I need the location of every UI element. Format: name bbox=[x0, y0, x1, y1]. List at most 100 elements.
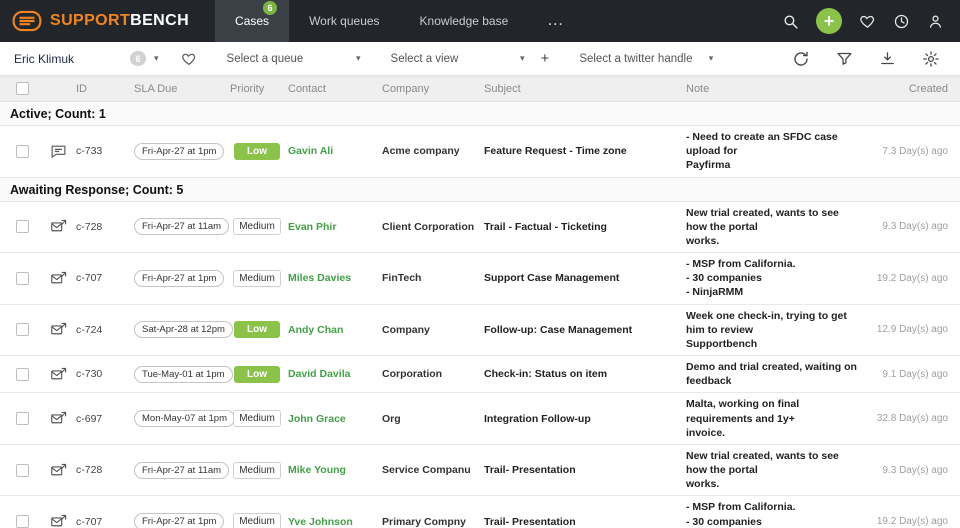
case-row[interactable]: c-728 Fri-Apr-27 at 11am Medium Evan Phi… bbox=[0, 202, 960, 254]
contact-link[interactable]: Mike Young bbox=[284, 464, 378, 476]
created-age: 7.3 Day(s) ago bbox=[870, 146, 960, 157]
tab-work-queues[interactable]: Work queues bbox=[289, 0, 399, 42]
case-row[interactable]: c-728 Fri-Apr-27 at 11am Medium Mike You… bbox=[0, 445, 960, 497]
row-checkbox[interactable] bbox=[16, 272, 29, 285]
contact-link[interactable]: Gavin Ali bbox=[284, 145, 378, 157]
row-checkbox[interactable] bbox=[16, 515, 29, 528]
case-table-body: Active; Count: 1 c-733 Fri-Apr-27 at 1pm… bbox=[0, 102, 960, 528]
app-logo[interactable]: SUPPORTBENCH bbox=[0, 0, 215, 42]
case-subject[interactable]: Trail- Presentation bbox=[480, 464, 682, 476]
case-subject[interactable]: Support Case Management bbox=[480, 272, 682, 284]
profile-user-icon[interactable] bbox=[927, 13, 944, 30]
view-select[interactable]: Select a view ▾ bbox=[391, 53, 525, 65]
mail-forward-icon bbox=[49, 321, 68, 338]
tab-cases-label: Cases bbox=[235, 14, 269, 28]
row-checkbox[interactable] bbox=[16, 368, 29, 381]
col-note[interactable]: Note bbox=[682, 83, 870, 95]
brand-name: SUPPORTBENCH bbox=[50, 12, 189, 30]
contact-link[interactable]: Evan Phir bbox=[284, 221, 378, 233]
mail-forward-icon bbox=[49, 270, 68, 287]
mail-forward-icon bbox=[49, 462, 68, 479]
view-select-caret: ▾ bbox=[520, 53, 525, 64]
case-row[interactable]: c-733 Fri-Apr-27 at 1pm Low Gavin Ali Ac… bbox=[0, 126, 960, 178]
twitter-handle-select[interactable]: Select a twitter handle ▾ bbox=[579, 53, 713, 65]
col-company[interactable]: Company bbox=[378, 83, 480, 95]
case-subject[interactable]: Check-in: Status on item bbox=[480, 368, 682, 380]
case-id[interactable]: c-707 bbox=[72, 516, 130, 528]
sla-due-pill: Fri-Apr-27 at 1pm bbox=[134, 143, 224, 160]
case-id[interactable]: c-697 bbox=[72, 413, 130, 425]
row-checkbox[interactable] bbox=[16, 412, 29, 425]
download-icon[interactable] bbox=[879, 50, 896, 67]
case-note: New trial created, wants to see how the … bbox=[682, 449, 870, 492]
case-row[interactable]: c-697 Mon-May-07 at 1pm Medium John Grac… bbox=[0, 393, 960, 445]
row-checkbox[interactable] bbox=[16, 323, 29, 336]
col-created[interactable]: Created bbox=[870, 83, 960, 95]
priority-badge: Low bbox=[234, 143, 280, 160]
tab-more[interactable]: ... bbox=[528, 0, 584, 42]
tab-more-label: ... bbox=[548, 14, 564, 28]
filter-funnel-icon[interactable] bbox=[836, 50, 853, 67]
created-age: 9.3 Day(s) ago bbox=[870, 221, 960, 232]
table-header: ID SLA Due Priority Contact Company Subj… bbox=[0, 76, 960, 102]
priority-badge: Medium bbox=[233, 513, 281, 528]
case-row[interactable]: c-707 Fri-Apr-27 at 1pm Medium Miles Dav… bbox=[0, 253, 960, 305]
favorites-heart-icon[interactable] bbox=[859, 13, 876, 30]
tab-work-queues-label: Work queues bbox=[309, 14, 379, 28]
toolbar-actions bbox=[792, 50, 946, 68]
agent-dropdown-caret[interactable]: ▾ bbox=[154, 53, 159, 64]
favorite-views-heart-icon[interactable] bbox=[181, 51, 197, 67]
company-name: FinTech bbox=[378, 272, 480, 284]
row-checkbox[interactable] bbox=[16, 464, 29, 477]
queue-select[interactable]: Select a queue ▾ bbox=[227, 53, 361, 65]
settings-gear-icon[interactable] bbox=[922, 50, 940, 68]
topbar-actions: + bbox=[782, 0, 960, 42]
case-subject[interactable]: Trail- Presentation bbox=[480, 516, 682, 528]
contact-link[interactable]: David Davila bbox=[284, 368, 378, 380]
col-sla-due[interactable]: SLA Due bbox=[130, 83, 226, 95]
agent-name[interactable]: Eric Klimuk bbox=[14, 52, 74, 66]
case-subject[interactable]: Follow-up: Case Management bbox=[480, 324, 682, 336]
case-row[interactable]: c-730 Tue-May-01 at 1pm Low David Davila… bbox=[0, 356, 960, 393]
case-id[interactable]: c-728 bbox=[72, 464, 130, 476]
case-row[interactable]: c-724 Sat-Apr-28 at 12pm Low Andy Chan C… bbox=[0, 305, 960, 357]
priority-badge: Medium bbox=[233, 270, 281, 287]
company-name: Org bbox=[378, 413, 480, 425]
case-id[interactable]: c-733 bbox=[72, 145, 130, 157]
history-clock-icon[interactable] bbox=[893, 13, 910, 30]
case-subject[interactable]: Integration Follow-up bbox=[480, 413, 682, 425]
contact-link[interactable]: Miles Davies bbox=[284, 272, 378, 284]
queue-select-value: Select a queue bbox=[227, 53, 304, 65]
case-note: - MSP from California. - 30 companies - … bbox=[682, 257, 870, 300]
add-case-button[interactable]: + bbox=[816, 8, 842, 34]
row-checkbox[interactable] bbox=[16, 220, 29, 233]
case-id[interactable]: c-724 bbox=[72, 324, 130, 336]
created-age: 12.9 Day(s) ago bbox=[870, 324, 960, 335]
contact-link[interactable]: Yve Johnson bbox=[284, 516, 378, 528]
tab-knowledge-base[interactable]: Knowledge base bbox=[400, 0, 529, 42]
filter-toolbar: Eric Klimuk 6 ▾ Select a queue ▾ Select … bbox=[0, 42, 960, 76]
select-all-checkbox[interactable] bbox=[16, 82, 29, 95]
sla-due-pill: Fri-Apr-27 at 11am bbox=[134, 218, 229, 235]
col-priority[interactable]: Priority bbox=[226, 83, 284, 95]
case-subject[interactable]: Trail - Factual - Ticketing bbox=[480, 221, 682, 233]
brand-secondary: BENCH bbox=[130, 12, 189, 29]
case-id[interactable]: c-707 bbox=[72, 272, 130, 284]
col-subject[interactable]: Subject bbox=[480, 83, 682, 95]
row-checkbox[interactable] bbox=[16, 145, 29, 158]
case-subject[interactable]: Feature Request - Time zone bbox=[480, 145, 682, 157]
refresh-icon[interactable] bbox=[792, 50, 810, 68]
add-view-button[interactable]: + bbox=[541, 51, 550, 66]
case-id[interactable]: c-728 bbox=[72, 221, 130, 233]
search-icon[interactable] bbox=[782, 13, 799, 30]
col-id[interactable]: ID bbox=[72, 83, 130, 95]
sla-due-pill: Fri-Apr-27 at 1pm bbox=[134, 513, 224, 528]
col-contact[interactable]: Contact bbox=[284, 83, 378, 95]
priority-badge: Medium bbox=[233, 218, 281, 235]
section-title: Awaiting Response; Count: 5 bbox=[10, 183, 183, 197]
tab-cases[interactable]: Cases 6 bbox=[215, 0, 289, 42]
contact-link[interactable]: Andy Chan bbox=[284, 324, 378, 336]
contact-link[interactable]: John Grace bbox=[284, 413, 378, 425]
case-id[interactable]: c-730 bbox=[72, 368, 130, 380]
case-row[interactable]: c-707 Fri-Apr-27 at 1pm Medium Yve Johns… bbox=[0, 496, 960, 528]
